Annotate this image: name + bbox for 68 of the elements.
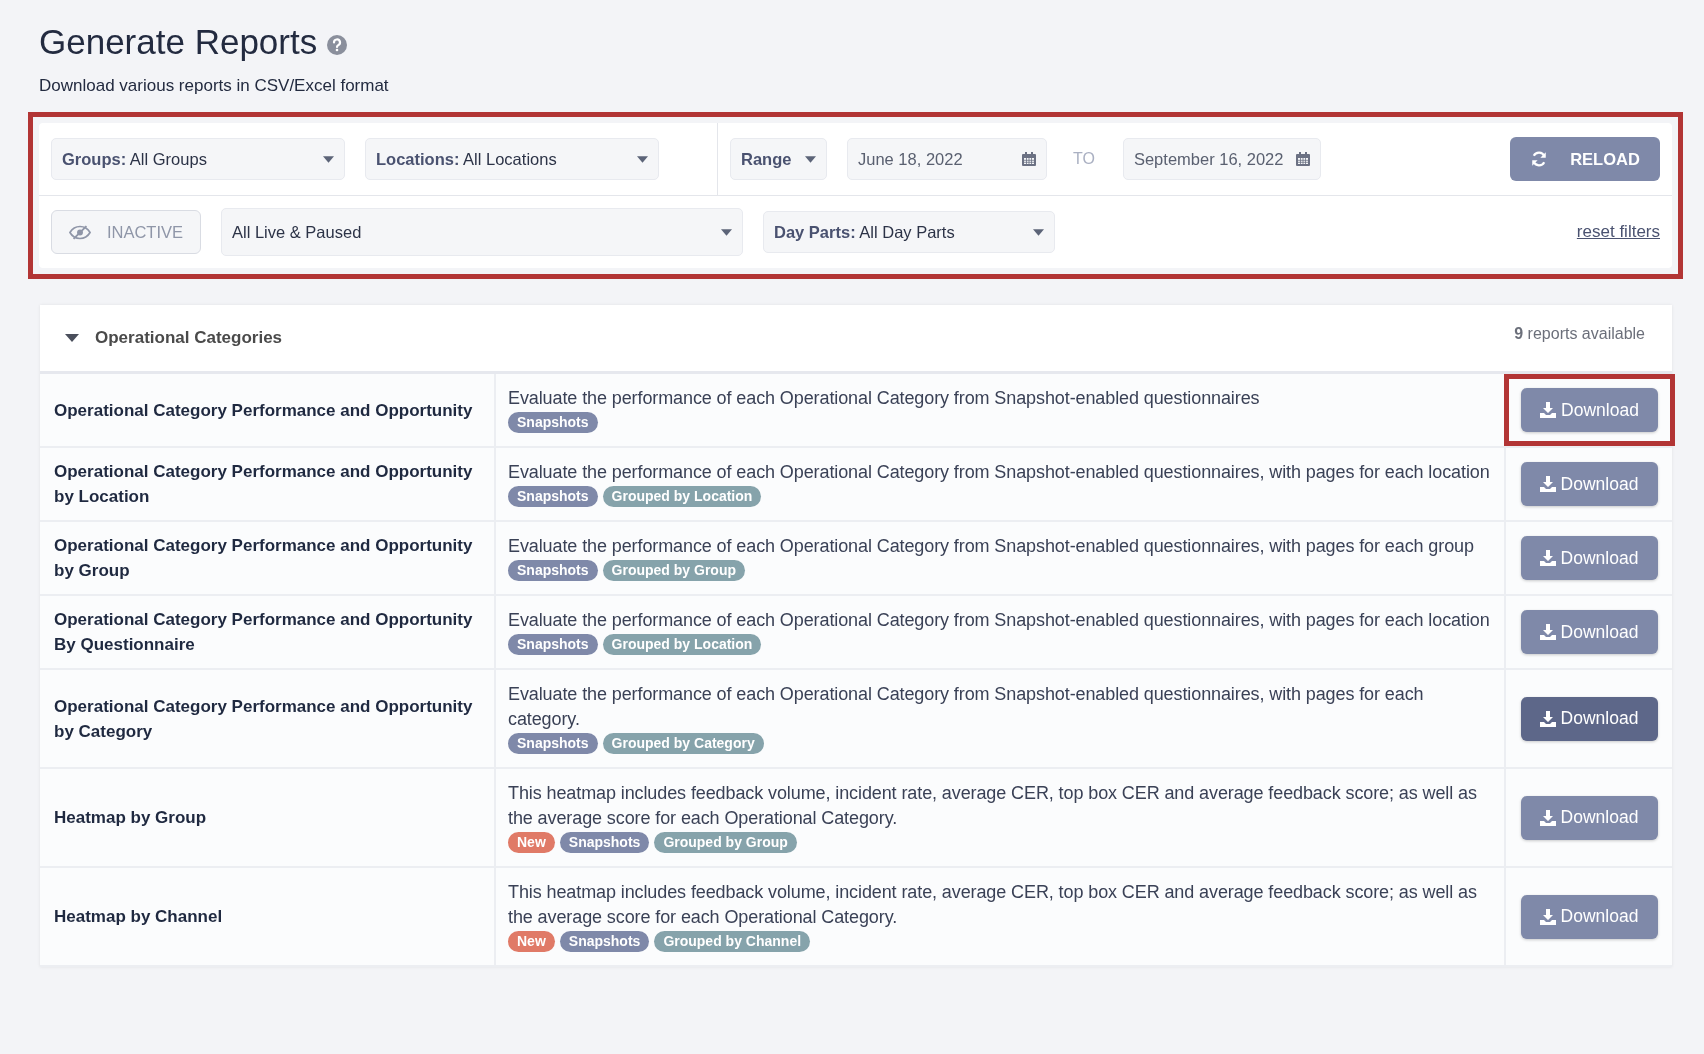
download-icon xyxy=(1539,908,1556,925)
report-name: Operational Category Performance and Opportunity by Location xyxy=(54,461,474,508)
download-button[interactable]: Download xyxy=(1520,696,1658,741)
report-description: Evaluate the performance of each Operational Category from Snapshot-enabled questionnaires, with pages for each location xyxy=(508,461,1491,484)
download-button[interactable]: Download xyxy=(1521,388,1658,432)
refresh-icon xyxy=(1530,150,1549,168)
groups-select[interactable]: Groups: All Groups xyxy=(51,138,345,180)
date-field[interactable]: September 16, 2022 xyxy=(1122,138,1321,180)
tag: Snapshots xyxy=(508,486,598,507)
tag: Snapshots xyxy=(508,733,598,754)
report-name: Heatmap by Group xyxy=(54,807,207,829)
status-select[interactable]: All Live & Paused xyxy=(221,208,743,256)
page-subtitle: Download various reports in CSV/Excel format xyxy=(39,76,390,96)
range-separator: TO xyxy=(1073,150,1095,168)
report-description: This heatmap includes feedback volume, incident rate, average CER, top box CER and average feedback score; as well as the average score for each Operational Category. xyxy=(508,782,1478,830)
calendar-icon xyxy=(1022,152,1036,166)
report-name: Operational Category Performance and Opportunity xyxy=(54,399,473,422)
report-description: Evaluate the performance of each Operational Category from Snapshot-enabled questionnaires, with pages for each location xyxy=(508,609,1491,632)
caret-icon xyxy=(323,155,334,163)
tag: New xyxy=(508,832,555,853)
tag: Grouped by Group xyxy=(654,832,797,853)
report-name: Heatmap by Channel xyxy=(54,906,223,928)
section-title: Operational Categories xyxy=(95,328,283,348)
tag: Grouped by Channel xyxy=(654,931,811,952)
download-icon xyxy=(1539,550,1556,566)
date-field[interactable]: June 18, 2022 xyxy=(847,138,1047,180)
tag: Snapshots xyxy=(508,560,598,581)
reset-filters-link[interactable]: reset filters xyxy=(1576,222,1660,242)
page-title: Generate Reports xyxy=(39,22,318,62)
download-icon xyxy=(1539,809,1556,826)
report-count: 9 reports available xyxy=(1514,325,1645,343)
range-select[interactable]: Range xyxy=(730,138,827,180)
download-button[interactable]: Download xyxy=(1520,462,1658,506)
tag: Snapshots xyxy=(559,832,650,853)
locations-select[interactable]: Locations: All Locations xyxy=(365,138,659,180)
reload-button[interactable]: RELOAD xyxy=(1510,137,1660,181)
tag: Snapshots xyxy=(559,931,650,952)
report-description: Evaluate the performance of each Operational Category from Snapshot-enabled questionnaires, with pages for each group xyxy=(508,535,1475,558)
tag: Grouped by Category xyxy=(602,733,764,754)
download-button[interactable]: Download xyxy=(1520,795,1658,840)
report-name: Operational Category Performance and Opportunity by Group xyxy=(54,535,474,582)
caret-icon xyxy=(637,155,648,163)
download-icon xyxy=(1539,476,1556,492)
tag: Snapshots xyxy=(508,412,598,433)
caret-icon xyxy=(1033,228,1044,236)
help-icon[interactable] xyxy=(327,35,348,55)
tag: New xyxy=(508,931,555,952)
download-button[interactable]: Download xyxy=(1520,894,1658,939)
report-description: Evaluate the performance of each Operational Category from Snapshot-enabled questionnaires xyxy=(508,387,1261,410)
report-name: Operational Category Performance and Opportunity By Questionnaire xyxy=(54,609,474,656)
caret-icon xyxy=(721,228,732,236)
download-icon xyxy=(1540,402,1557,418)
download-icon xyxy=(1539,624,1556,640)
report-description: This heatmap includes feedback volume, incident rate, average CER, top box CER and average feedback score; as well as the average score for each Operational Category. xyxy=(508,881,1478,929)
caret-icon xyxy=(805,155,816,163)
report-description: Evaluate the performance of each Operational Category from Snapshot-enabled questionnaires, with pages for each category. xyxy=(508,683,1425,731)
report-name: Operational Category Performance and Opportunity by Category xyxy=(54,695,474,743)
day-parts-select[interactable]: Day Parts: All Day Parts xyxy=(763,211,1055,253)
download-button[interactable]: Download xyxy=(1520,610,1658,654)
caret-icon[interactable] xyxy=(65,334,79,342)
tag: Snapshots xyxy=(508,634,598,655)
calendar-icon xyxy=(1295,152,1310,166)
download-button[interactable]: Download xyxy=(1520,536,1658,580)
tag: Grouped by Group xyxy=(602,560,746,581)
tag: Grouped by Location xyxy=(602,634,762,655)
eye-slash-icon xyxy=(68,224,91,240)
download-icon xyxy=(1539,710,1556,727)
tag: Grouped by Location xyxy=(602,486,762,507)
